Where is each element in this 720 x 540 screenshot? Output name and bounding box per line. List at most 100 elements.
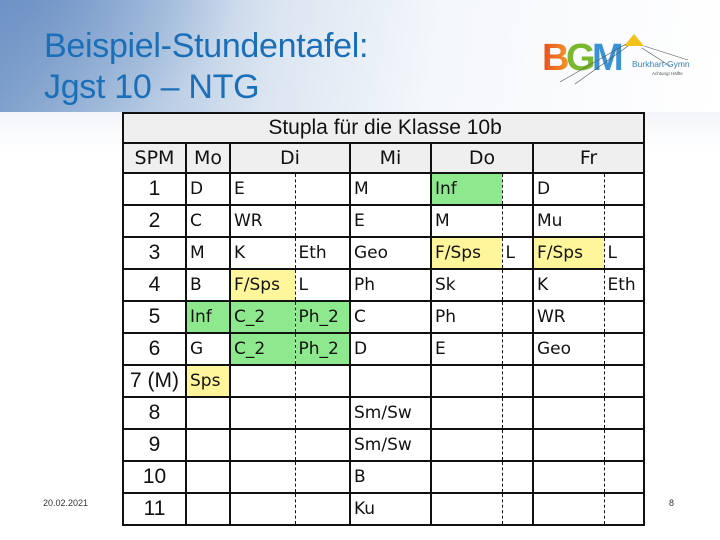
cell-fr-b <box>603 396 646 430</box>
school-logo: B G M Burkhart-Gymnasium Achtung! Hälfte <box>542 34 690 85</box>
cell-di-a: C_2 <box>229 300 296 334</box>
cell-mi <box>349 364 432 398</box>
cell-di-b <box>294 492 351 526</box>
cell-do-a <box>430 428 503 462</box>
cell-di-a: E <box>229 172 296 206</box>
cell-di-a <box>229 428 296 462</box>
cell-mi: Geo <box>349 236 432 270</box>
cell-fr-b <box>603 332 646 366</box>
header-spm: SPM <box>122 142 187 174</box>
cell-do-b <box>501 172 534 206</box>
header-do: Do <box>430 142 534 174</box>
cell-di-b <box>294 396 351 430</box>
logo-school-name: Burkhart-Gymnasium <box>632 59 690 69</box>
table-row: 8 Sm/Sw <box>122 396 646 430</box>
cell-do-b <box>501 492 534 526</box>
cell-do-a: Ph <box>430 300 503 334</box>
cell-fr-a: Geo <box>532 332 605 366</box>
cell-spm: 7 (M) <box>122 364 187 398</box>
cell-di-a: C_2 <box>229 332 296 366</box>
table-row: 4 B F/Sps L Ph Sk K Eth <box>122 268 646 302</box>
cell-mi: D <box>349 332 432 366</box>
cell-di-a: F/Sps <box>229 268 296 302</box>
cell-mi: Sm/Sw <box>349 396 432 430</box>
cell-spm: 5 <box>122 300 187 334</box>
cell-fr-b <box>603 172 646 206</box>
title-line-2: Jgst 10 – NTG <box>44 68 260 106</box>
timetable-body: 1 D E M Inf D 2 C WR E M Mu 3 M K Eth Geo F/Sps L F/Sps L 4 B F… <box>122 172 646 526</box>
logo-letter-m: M <box>592 37 624 79</box>
cell-fr-a: D <box>532 172 605 206</box>
cell-di-b <box>294 428 351 462</box>
cell-mi: Sm/Sw <box>349 428 432 462</box>
cell-fr-a <box>532 460 605 494</box>
cell-do-a: F/Sps <box>430 236 503 270</box>
cell-do-a: M <box>430 204 503 238</box>
timetable: Stupla für die Klasse 10b SPM Mo Di Mi D… <box>121 112 646 526</box>
cell-di-b: Eth <box>294 236 351 270</box>
cell-fr-a <box>532 364 605 398</box>
cell-fr-a <box>532 428 605 462</box>
cell-di-b: Ph_2 <box>294 332 351 366</box>
cell-fr-b <box>603 428 646 462</box>
cell-spm: 10 <box>122 460 187 494</box>
header-di: Di <box>229 142 351 174</box>
cell-fr-a: F/Sps <box>532 236 605 270</box>
cell-di-b: Ph_2 <box>294 300 351 334</box>
cell-spm: 3 <box>122 236 187 270</box>
cell-fr-b <box>603 300 646 334</box>
cell-do-b <box>501 204 534 238</box>
logo-subtitle: Achtung! Hälfte <box>652 71 683 76</box>
header-mo: Mo <box>185 142 231 174</box>
cell-di-b <box>294 172 351 206</box>
cell-do-a <box>430 460 503 494</box>
cell-fr-b: L <box>603 236 646 270</box>
cell-fr-b <box>603 204 646 238</box>
cell-di-a: WR <box>229 204 296 238</box>
cell-mi: M <box>349 172 432 206</box>
cell-spm: 2 <box>122 204 187 238</box>
table-row: 9 Sm/Sw <box>122 428 646 462</box>
slide-title: Beispiel-Stundentafel: Jgst 10 – NTG <box>44 26 368 108</box>
cell-do-a <box>430 364 503 398</box>
cell-do-b: L <box>501 236 534 270</box>
cell-di-b: L <box>294 268 351 302</box>
table-row: 3 M K Eth Geo F/Sps L F/Sps L <box>122 236 646 270</box>
timetable-title: Stupla für die Klasse 10b <box>121 112 646 144</box>
cell-do-b <box>501 364 534 398</box>
cell-do-b <box>501 268 534 302</box>
cell-mo: Inf <box>185 300 231 334</box>
cell-di-b <box>294 364 351 398</box>
cell-mo: C <box>185 204 231 238</box>
cell-di-a <box>229 396 296 430</box>
cell-di-a <box>229 364 296 398</box>
table-row: 5 Inf C_2 Ph_2 C Ph WR <box>122 300 646 334</box>
table-row: 7 (M) Sps <box>122 364 646 398</box>
cell-spm: 4 <box>122 268 187 302</box>
title-line-1: Beispiel-Stundentafel: <box>44 27 369 65</box>
cell-di-a <box>229 460 296 494</box>
cell-fr-a: K <box>532 268 605 302</box>
cell-fr-a: WR <box>532 300 605 334</box>
cell-do-b <box>501 332 534 366</box>
cell-spm: 9 <box>122 428 187 462</box>
cell-do-b <box>501 428 534 462</box>
table-row: 10 B <box>122 460 646 494</box>
cell-do-a <box>430 396 503 430</box>
cell-di-a <box>229 492 296 526</box>
cell-mo: D <box>185 172 231 206</box>
cell-mo <box>185 396 231 430</box>
table-row: 2 C WR E M Mu <box>122 204 646 238</box>
cell-fr-b <box>603 460 646 494</box>
cell-mo: G <box>185 332 231 366</box>
cell-fr-b: Eth <box>603 268 646 302</box>
cell-mo <box>185 492 231 526</box>
table-row: 1 D E M Inf D <box>122 172 646 206</box>
cell-do-a: Sk <box>430 268 503 302</box>
cell-di-a: K <box>229 236 296 270</box>
cell-fr-a <box>532 492 605 526</box>
table-row: 6 G C_2 Ph_2 D E Geo <box>122 332 646 366</box>
page-number: 8 <box>669 498 675 508</box>
cell-mi: Ph <box>349 268 432 302</box>
cell-fr-a <box>532 396 605 430</box>
